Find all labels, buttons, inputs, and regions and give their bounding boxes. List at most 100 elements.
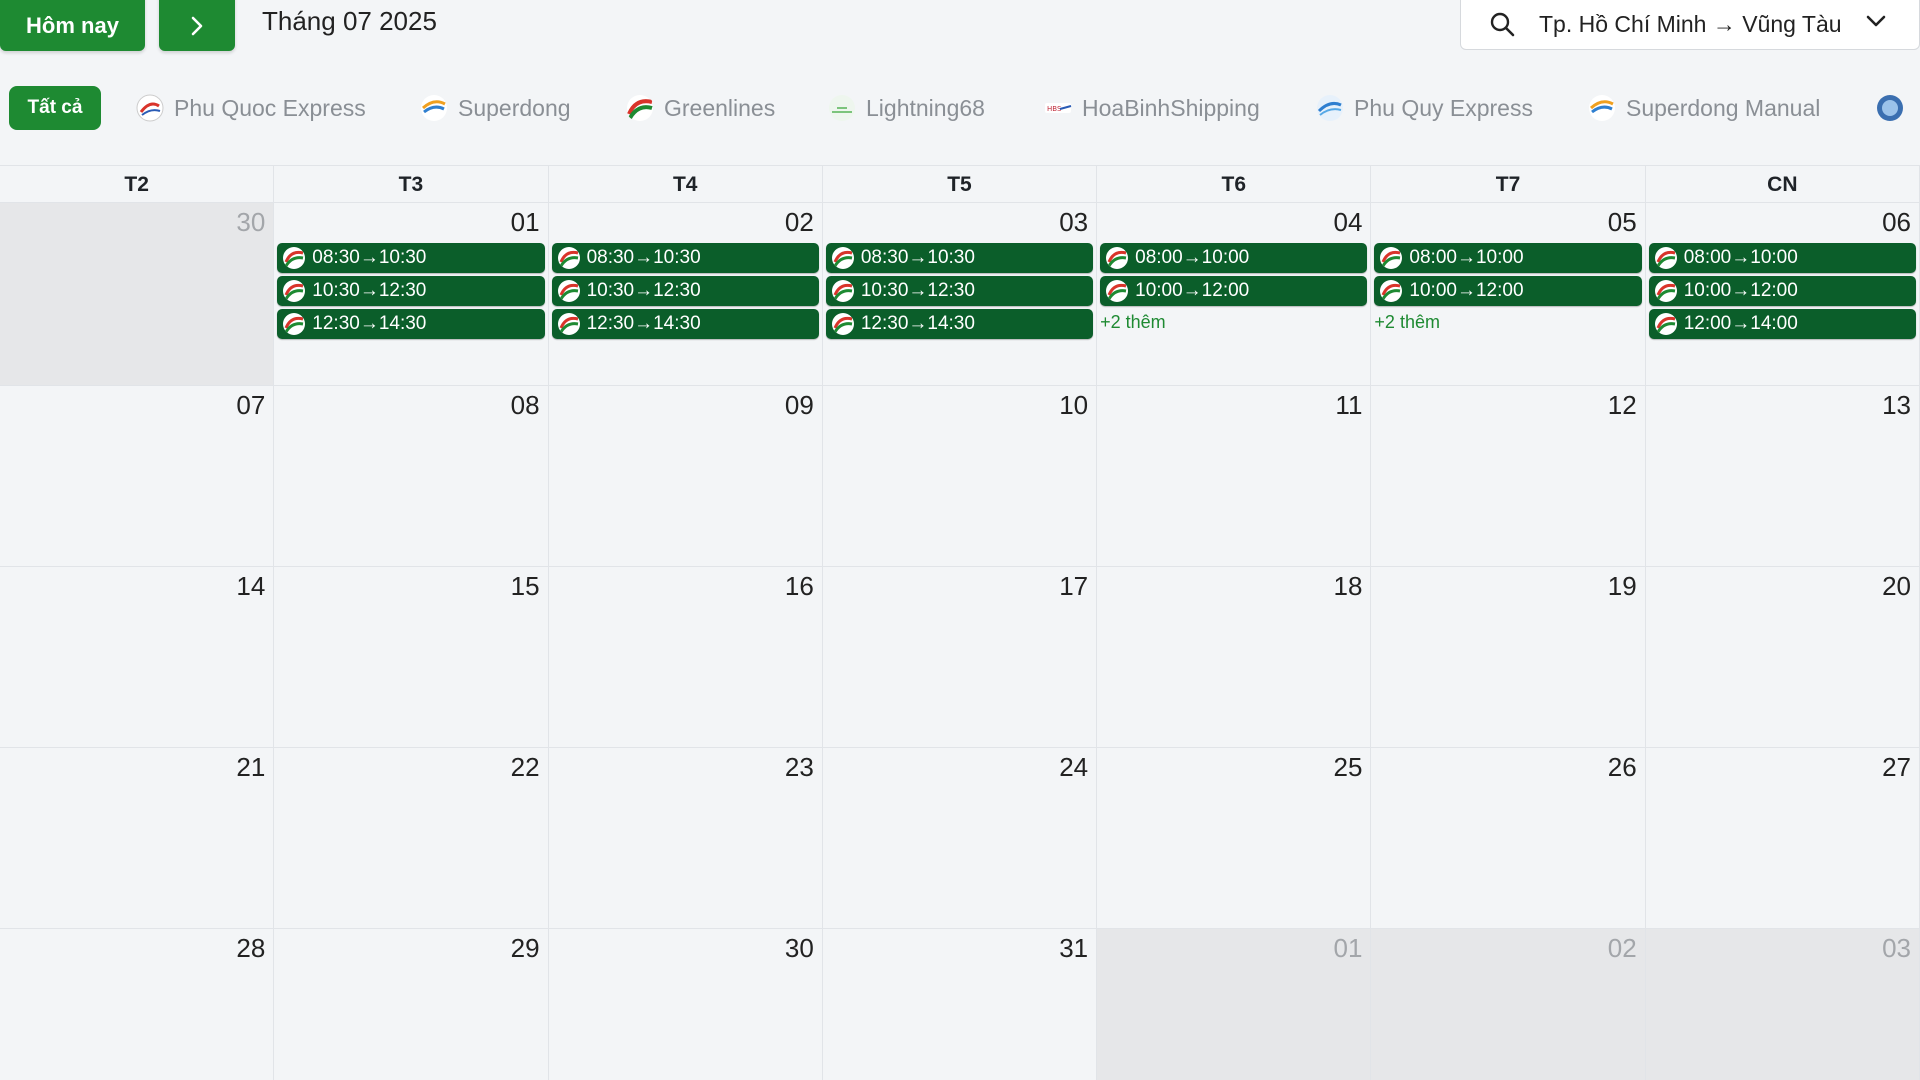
weekday-label: T4 bbox=[549, 166, 823, 203]
trip-event[interactable]: 08:30→10:30 bbox=[551, 243, 819, 273]
calendar-day-cell[interactable]: 16 bbox=[548, 567, 823, 748]
filter-lightning68[interactable]: Lightning68 bbox=[828, 88, 985, 128]
calendar-day-cell[interactable]: 17 bbox=[822, 567, 1098, 748]
today-button[interactable]: Hôm nay bbox=[0, 0, 145, 51]
trip-event[interactable]: 10:00→12:00 bbox=[1648, 276, 1916, 306]
day-number: 21 bbox=[236, 752, 266, 782]
chevron-down-icon bbox=[1866, 15, 1886, 27]
calendar-day-cell[interactable]: 18 bbox=[1097, 567, 1372, 748]
day-number: 08 bbox=[510, 390, 540, 420]
calendar-day-cell[interactable]: 03 08:30→10:30 10:30→12:30 12:30→14:30 bbox=[822, 203, 1098, 386]
calendar-day-cell[interactable]: 06 08:00→10:00 10:00→12:00 12:00→14:00 bbox=[1645, 203, 1920, 386]
calendar-day-cell[interactable]: 02 bbox=[1371, 929, 1646, 1080]
trip-event[interactable]: 08:30→10:30 bbox=[825, 243, 1094, 273]
calendar-day-cell[interactable]: 08 bbox=[274, 386, 549, 567]
event-list: 08:30→10:30 10:30→12:30 12:30→14:30 bbox=[277, 243, 545, 342]
trip-event[interactable]: 10:30→12:30 bbox=[825, 276, 1094, 306]
day-number: 09 bbox=[784, 390, 814, 420]
greenlines-logo-icon bbox=[831, 247, 854, 269]
calendar-day-cell[interactable]: 01 08:30→10:30 10:30→12:30 12:30→14:30 bbox=[274, 203, 549, 386]
calendar-day-cell[interactable]: 10 bbox=[822, 386, 1098, 567]
greenlines-logo-icon bbox=[557, 247, 580, 269]
filter-operator-partial[interactable] bbox=[1876, 88, 1914, 128]
greenlines-logo-icon bbox=[557, 313, 580, 335]
calendar-day-cell[interactable]: 29 bbox=[274, 929, 549, 1080]
calendar-day-cell[interactable]: 14 bbox=[0, 567, 275, 748]
operator-logo-icon bbox=[1876, 94, 1904, 122]
trip-event[interactable]: 08:30→10:30 bbox=[277, 243, 545, 273]
calendar-day-cell[interactable]: 27 bbox=[1645, 748, 1920, 929]
month-calendar: T2 T3 T4 T5 T6 T7 CN 30 01 08:30→10:30 10:3… bbox=[0, 165, 1920, 1080]
greenlines-logo-icon bbox=[283, 247, 306, 269]
calendar-day-cell[interactable]: 20 bbox=[1645, 567, 1920, 748]
filter-greenlines[interactable]: Greenlines bbox=[626, 88, 775, 128]
calendar-day-cell[interactable]: 31 bbox=[822, 929, 1098, 1080]
more-events-link[interactable]: +2 thêm bbox=[1100, 312, 1367, 333]
filter-phu-quoc-express[interactable]: Phu Quoc Express bbox=[136, 88, 366, 128]
calendar-day-cell[interactable]: 25 bbox=[1097, 748, 1372, 929]
calendar-day-cell[interactable]: 12 bbox=[1371, 386, 1646, 567]
weekday-label: T7 bbox=[1371, 166, 1646, 203]
calendar-day-cell[interactable]: 09 bbox=[548, 386, 823, 567]
calendar-day-cell[interactable]: 15 bbox=[274, 567, 549, 748]
trip-event[interactable]: 10:00→12:00 bbox=[1374, 276, 1642, 306]
trip-event[interactable]: 08:00→10:00 bbox=[1648, 243, 1916, 273]
calendar-day-cell[interactable]: 04 08:00→10:00 10:00→12:00 +2 thêm bbox=[1097, 203, 1372, 386]
weekday-label: T2 bbox=[0, 166, 275, 203]
calendar-day-cell[interactable]: 24 bbox=[822, 748, 1098, 929]
trip-event[interactable]: 12:30→14:30 bbox=[551, 309, 819, 339]
weekday-label: T3 bbox=[274, 166, 549, 203]
calendar-day-cell[interactable]: 26 bbox=[1371, 748, 1646, 929]
filter-superdong-manual[interactable]: Superdong Manual bbox=[1588, 88, 1820, 128]
calendar-day-cell[interactable]: 22 bbox=[274, 748, 549, 929]
trip-event[interactable]: 10:30→12:30 bbox=[277, 276, 545, 306]
calendar-day-cell[interactable]: 28 bbox=[0, 929, 275, 1080]
calendar-day-cell[interactable]: 01 bbox=[1097, 929, 1372, 1080]
calendar-day-cell[interactable]: 30 bbox=[0, 203, 275, 386]
greenlines-logo-icon bbox=[626, 94, 654, 122]
filter-phu-quy-express[interactable]: Phu Quy Express bbox=[1316, 88, 1533, 128]
superdong-logo-icon bbox=[420, 94, 448, 122]
trip-event[interactable]: 08:00→10:00 bbox=[1374, 243, 1642, 273]
calendar-day-cell[interactable]: 30 bbox=[548, 929, 823, 1080]
day-number: 23 bbox=[784, 752, 814, 782]
filter-superdong[interactable]: Superdong bbox=[420, 88, 571, 128]
day-number: 27 bbox=[1882, 752, 1911, 782]
filter-all-chip[interactable]: Tất cả bbox=[9, 86, 101, 130]
calendar-day-cell[interactable]: 05 08:00→10:00 10:00→12:00 +2 thêm bbox=[1371, 203, 1646, 386]
calendar-grid: 30 01 08:30→10:30 10:30→12:30 12:30→14:30 02 0… bbox=[0, 203, 1920, 1080]
calendar-day-cell[interactable]: 13 bbox=[1645, 386, 1920, 567]
trip-event[interactable]: 12:30→14:30 bbox=[825, 309, 1094, 339]
day-number: 24 bbox=[1059, 752, 1089, 782]
calendar-day-cell[interactable]: 03 bbox=[1645, 929, 1920, 1080]
greenlines-logo-icon bbox=[557, 280, 580, 302]
calendar-day-cell[interactable]: 11 bbox=[1097, 386, 1372, 567]
more-events-link[interactable]: +2 thêm bbox=[1374, 312, 1641, 333]
next-month-button[interactable] bbox=[159, 0, 235, 51]
day-number: 03 bbox=[1882, 933, 1911, 963]
calendar-day-cell[interactable]: 19 bbox=[1371, 567, 1646, 748]
trip-time: 12:30→14:30 bbox=[312, 313, 427, 334]
filter-hoabinh-shipping[interactable]: HBS HoaBinhShipping bbox=[1044, 88, 1260, 128]
route-select[interactable]: Tp. Hồ Chí Minh → Vũng Tàu bbox=[1460, 0, 1920, 50]
trip-event[interactable]: 10:30→12:30 bbox=[551, 276, 819, 306]
day-number: 28 bbox=[236, 933, 266, 963]
phu-quoc-express-logo-icon bbox=[136, 94, 164, 122]
trip-time: 12:30→14:30 bbox=[860, 313, 975, 334]
trip-event[interactable]: 12:30→14:30 bbox=[277, 309, 545, 339]
trip-time: 08:30→10:30 bbox=[860, 247, 975, 268]
trip-time: 08:30→10:30 bbox=[586, 247, 701, 268]
calendar-day-cell[interactable]: 21 bbox=[0, 748, 275, 929]
day-number: 18 bbox=[1333, 571, 1363, 601]
day-number: 12 bbox=[1607, 390, 1637, 420]
calendar-day-cell[interactable]: 07 bbox=[0, 386, 275, 567]
trip-time: 08:30→10:30 bbox=[312, 247, 427, 268]
calendar-day-cell[interactable]: 23 bbox=[548, 748, 823, 929]
trip-event[interactable]: 10:00→12:00 bbox=[1100, 276, 1368, 306]
trip-event[interactable]: 08:00→10:00 bbox=[1100, 243, 1368, 273]
calendar-day-cell[interactable]: 02 08:30→10:30 10:30→12:30 12:30→14:30 bbox=[548, 203, 823, 386]
trip-event[interactable]: 12:00→14:00 bbox=[1648, 309, 1916, 339]
day-number: 10 bbox=[1059, 390, 1089, 420]
phu-quy-express-logo-icon bbox=[1316, 94, 1344, 122]
day-number: 31 bbox=[1059, 933, 1089, 963]
